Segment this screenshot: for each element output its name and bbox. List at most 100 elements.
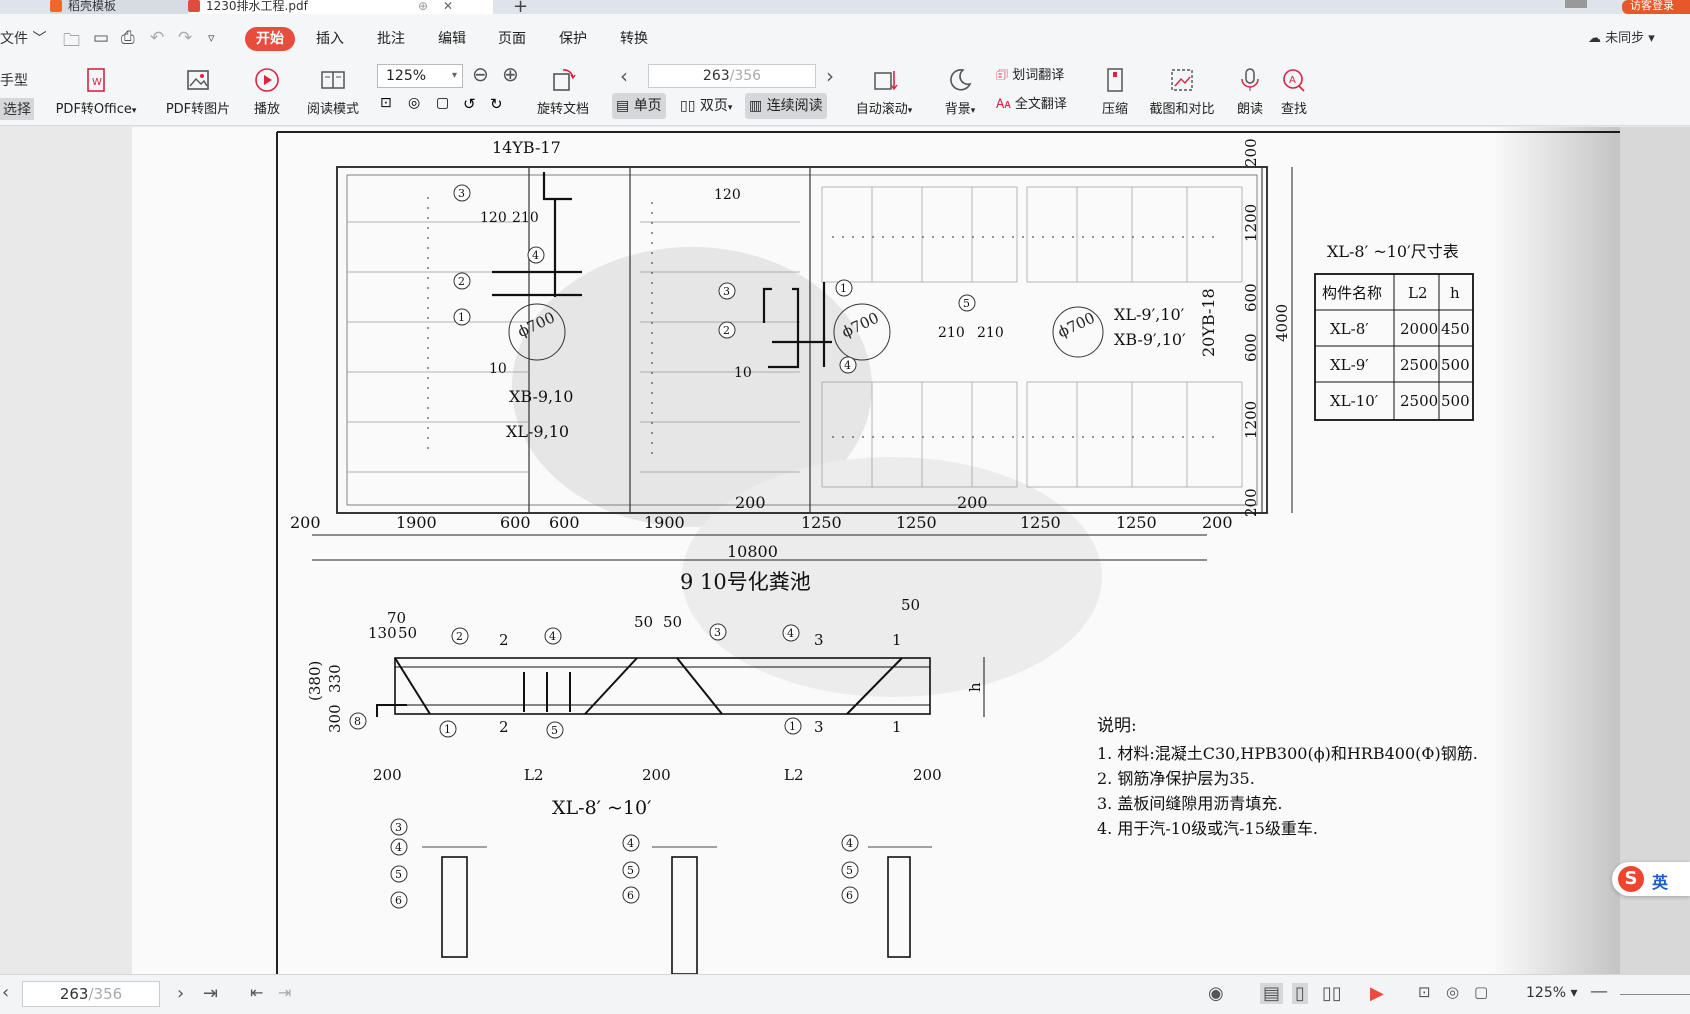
menu-convert[interactable]: 转换 xyxy=(620,27,648,51)
menu-protect[interactable]: 保护 xyxy=(559,27,587,51)
screenshot-compare-button[interactable]: 截图和对比 xyxy=(1142,66,1222,117)
close-tab-icon[interactable]: ✕ xyxy=(443,0,453,12)
tab-bar: 稻壳模板 1230排水工程.pdf ⊕ ✕ + 访客登录 xyxy=(0,0,1690,17)
svg-text:200: 200 xyxy=(957,493,988,512)
pdf-to-office-button[interactable]: W PDF转Office▾ xyxy=(50,66,142,117)
play-icon[interactable]: ▶ xyxy=(1370,983,1384,1004)
pdf-icon xyxy=(188,0,200,12)
back-icon[interactable]: ⇤ xyxy=(250,983,263,1002)
zoom-out-icon[interactable]: — xyxy=(1590,981,1608,1002)
chevron-down-icon: ▾ xyxy=(451,70,457,81)
hand-tool[interactable]: 手型 xyxy=(0,70,28,90)
forward-icon[interactable]: ⇥ xyxy=(278,983,291,1002)
svg-text:2: 2 xyxy=(723,324,730,337)
open-icon[interactable]: 🗀 xyxy=(63,28,80,57)
tab-docer[interactable]: 稻壳模板 xyxy=(50,0,200,14)
compress-button[interactable]: 压缩 xyxy=(1096,66,1134,117)
rotate-right-icon[interactable]: ↻ xyxy=(490,95,508,113)
label-xl-left: XL-9,10 xyxy=(506,422,569,441)
sync-status[interactable]: ☁ 未同步 ▾ xyxy=(1588,27,1655,46)
fit-width-icon[interactable]: ▢ xyxy=(1474,983,1488,1001)
full-translate-button[interactable]: 🗛 全文翻译 xyxy=(996,93,1084,112)
play-button[interactable]: 播放 xyxy=(246,66,288,117)
actual-size-icon[interactable]: ⊡ xyxy=(1418,983,1431,1001)
svg-text:1900: 1900 xyxy=(644,513,685,532)
svg-text:4: 4 xyxy=(395,841,402,854)
menu-insert[interactable]: 插入 xyxy=(316,27,344,51)
continuous-read-button[interactable]: ▥ 连续阅读 xyxy=(745,93,827,119)
file-menu[interactable]: 文件 ﹀ xyxy=(0,28,46,48)
page-number-input[interactable]: 263/356 xyxy=(648,64,816,88)
next-page-icon[interactable]: › xyxy=(826,64,834,88)
tab-pdf-document[interactable]: 1230排水工程.pdf ⊕ ✕ xyxy=(188,0,493,14)
select-tool[interactable]: 选择 xyxy=(0,98,34,120)
svg-text:1200: 1200 xyxy=(1242,204,1260,242)
next-page-icon[interactable]: › xyxy=(177,983,184,1004)
pin-icon[interactable]: ⊕ xyxy=(418,0,428,12)
svg-text:2: 2 xyxy=(458,275,465,288)
zoom-slider[interactable] xyxy=(1620,994,1690,995)
prev-page-icon[interactable]: ‹ xyxy=(620,64,628,88)
fit-page-icon[interactable]: ◎ xyxy=(408,95,426,113)
search-icon: A xyxy=(1283,69,1305,92)
find-button[interactable]: A 查找 xyxy=(1276,66,1312,117)
document-viewport[interactable]: ϕ700 ϕ700 ϕ700 14YB-17 20YB-18 XB-9,10 X… xyxy=(132,127,1690,974)
ime-indicator[interactable]: S 英 xyxy=(1612,862,1690,896)
last-page-icon[interactable]: ⇥ xyxy=(203,983,218,1004)
double-page-button[interactable]: ▯▯ 双页▾ xyxy=(676,93,736,119)
menu-comment[interactable]: 批注 xyxy=(377,27,405,51)
continuous-view-icon[interactable]: ▤ xyxy=(1260,983,1284,1004)
label-14yb17: 14YB-17 xyxy=(492,138,561,157)
svg-text:5: 5 xyxy=(627,864,634,877)
status-zoom[interactable]: 125% ▾ xyxy=(1526,985,1578,1001)
single-page-button[interactable]: ▤ 单页 xyxy=(612,93,666,119)
svg-text:L2: L2 xyxy=(1408,284,1428,302)
double-view-icon[interactable]: ▯▯ xyxy=(1322,983,1342,1004)
left-panel xyxy=(0,127,132,974)
svg-text:1250: 1250 xyxy=(896,513,937,532)
fit-width-icon[interactable]: ▢ xyxy=(436,95,454,113)
menu-edit[interactable]: 编辑 xyxy=(438,27,466,51)
note-2: 2. 钢筋净保护层为35. xyxy=(1097,769,1255,788)
zoom-out-icon[interactable]: ⊖ xyxy=(472,62,489,86)
pdf-to-image-button[interactable]: PDF转图片 xyxy=(160,66,236,117)
read-aloud-button[interactable]: 朗读 xyxy=(1232,66,1268,117)
menu-page[interactable]: 页面 xyxy=(498,27,526,51)
undo-icon[interactable]: ↶ xyxy=(150,28,164,48)
save-icon[interactable]: ▭ xyxy=(93,28,109,48)
menu-home[interactable]: 开始 xyxy=(245,27,295,51)
redo-icon[interactable]: ↷ xyxy=(178,28,192,48)
fit-page-icon[interactable]: ◎ xyxy=(1446,983,1459,1001)
login-button[interactable]: 访客登录 xyxy=(1622,0,1690,14)
word-translate-button[interactable]: 🗊 划词翻译 xyxy=(996,64,1084,88)
svg-text:XL-10′: XL-10′ xyxy=(1330,392,1379,410)
zoom-in-icon[interactable]: ⊕ xyxy=(502,62,519,86)
auto-scroll-button[interactable]: 自动滚动▾ xyxy=(848,66,920,117)
svg-text:50: 50 xyxy=(398,624,417,642)
background-button[interactable]: 背景▾ xyxy=(938,66,982,117)
label-xb-left: XB-9,10 xyxy=(509,387,573,406)
print-icon[interactable]: ⎙ xyxy=(121,28,135,48)
read-mode-button[interactable]: 阅读模式 xyxy=(298,66,368,117)
single-view-icon[interactable]: ▯ xyxy=(1292,983,1308,1004)
svg-text:3: 3 xyxy=(814,631,824,649)
actual-size-icon[interactable]: ⊡ xyxy=(380,95,398,113)
table-title: XL-8′ ~10′尺寸表 xyxy=(1327,242,1459,261)
more-icon[interactable]: ▿ xyxy=(208,31,215,46)
svg-text:(380): (380) xyxy=(306,661,324,701)
translate-all-icon: 🗛 xyxy=(996,97,1011,112)
prev-page-icon[interactable]: ‹ xyxy=(2,982,9,1003)
window-icon[interactable] xyxy=(1565,0,1587,8)
svg-text:3: 3 xyxy=(723,285,730,298)
zoom-select[interactable]: 125% ▾ xyxy=(377,64,463,88)
rotate-left-icon[interactable]: ↺ xyxy=(463,95,481,113)
label-xl-right: XL-9′,10′ xyxy=(1114,305,1185,324)
svg-text:构件名称: 构件名称 xyxy=(1322,284,1382,302)
rotate-document-button[interactable]: 旋转文档 xyxy=(530,66,596,117)
eye-protect-icon[interactable]: ◉ xyxy=(1208,983,1224,1004)
svg-text:3: 3 xyxy=(814,718,824,736)
svg-text:50: 50 xyxy=(634,613,653,631)
status-page-input[interactable]: 263/356 xyxy=(22,981,160,1007)
svg-text:3: 3 xyxy=(395,821,402,834)
svg-text:3: 3 xyxy=(458,187,465,200)
